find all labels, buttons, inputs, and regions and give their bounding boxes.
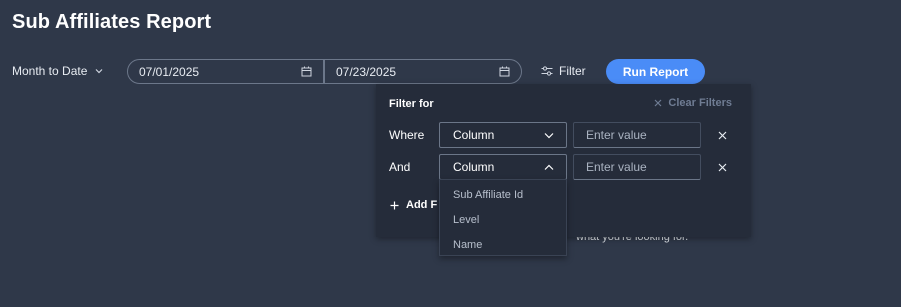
filter-row-label: And [389,160,411,174]
run-report-button[interactable]: Run Report [606,59,705,84]
dropdown-option[interactable]: Name [440,233,566,258]
filter-row-label: Where [389,128,425,142]
chevron-down-icon [544,132,554,138]
date-range-label: Month to Date [12,64,88,78]
column-select-value: Column [453,160,495,174]
add-filter-button[interactable]: Add F [390,199,437,211]
filter-panel-title: Filter for [389,98,434,110]
calendar-icon[interactable] [301,66,312,77]
close-icon[interactable] [718,131,727,140]
start-date-value: 07/01/2025 [139,64,200,79]
column-select-value: Column [453,128,495,142]
page-title: Sub Affiliates Report [12,11,212,33]
start-date-field[interactable]: 07/01/2025 [127,59,324,84]
end-date-value: 07/23/2025 [336,64,397,79]
column-select[interactable]: Column [439,154,567,180]
close-icon[interactable] [718,163,727,172]
chevron-up-icon [544,164,554,170]
end-date-field[interactable]: 07/23/2025 [324,59,522,84]
clear-filters-button[interactable]: Clear Filters [654,97,732,109]
dropdown-option[interactable]: Level [440,208,566,233]
close-icon [654,99,662,107]
filter-button[interactable]: Filter [541,64,586,78]
filter-value-input[interactable] [573,122,701,148]
filter-value-input[interactable] [573,154,701,180]
plus-icon [390,201,399,209]
sliders-icon [541,66,553,76]
add-filter-label: Add F [406,199,438,211]
column-select[interactable]: Column [439,122,567,148]
chevron-down-icon [95,69,103,74]
dropdown-option[interactable]: Sub Affiliate Id [440,183,566,208]
calendar-icon[interactable] [499,66,510,77]
filter-button-label: Filter [559,64,586,78]
date-range-select[interactable]: Month to Date [12,64,103,78]
column-dropdown-menu: Sub Affiliate Id Level Name [439,179,567,256]
clear-filters-label: Clear Filters [668,97,732,109]
